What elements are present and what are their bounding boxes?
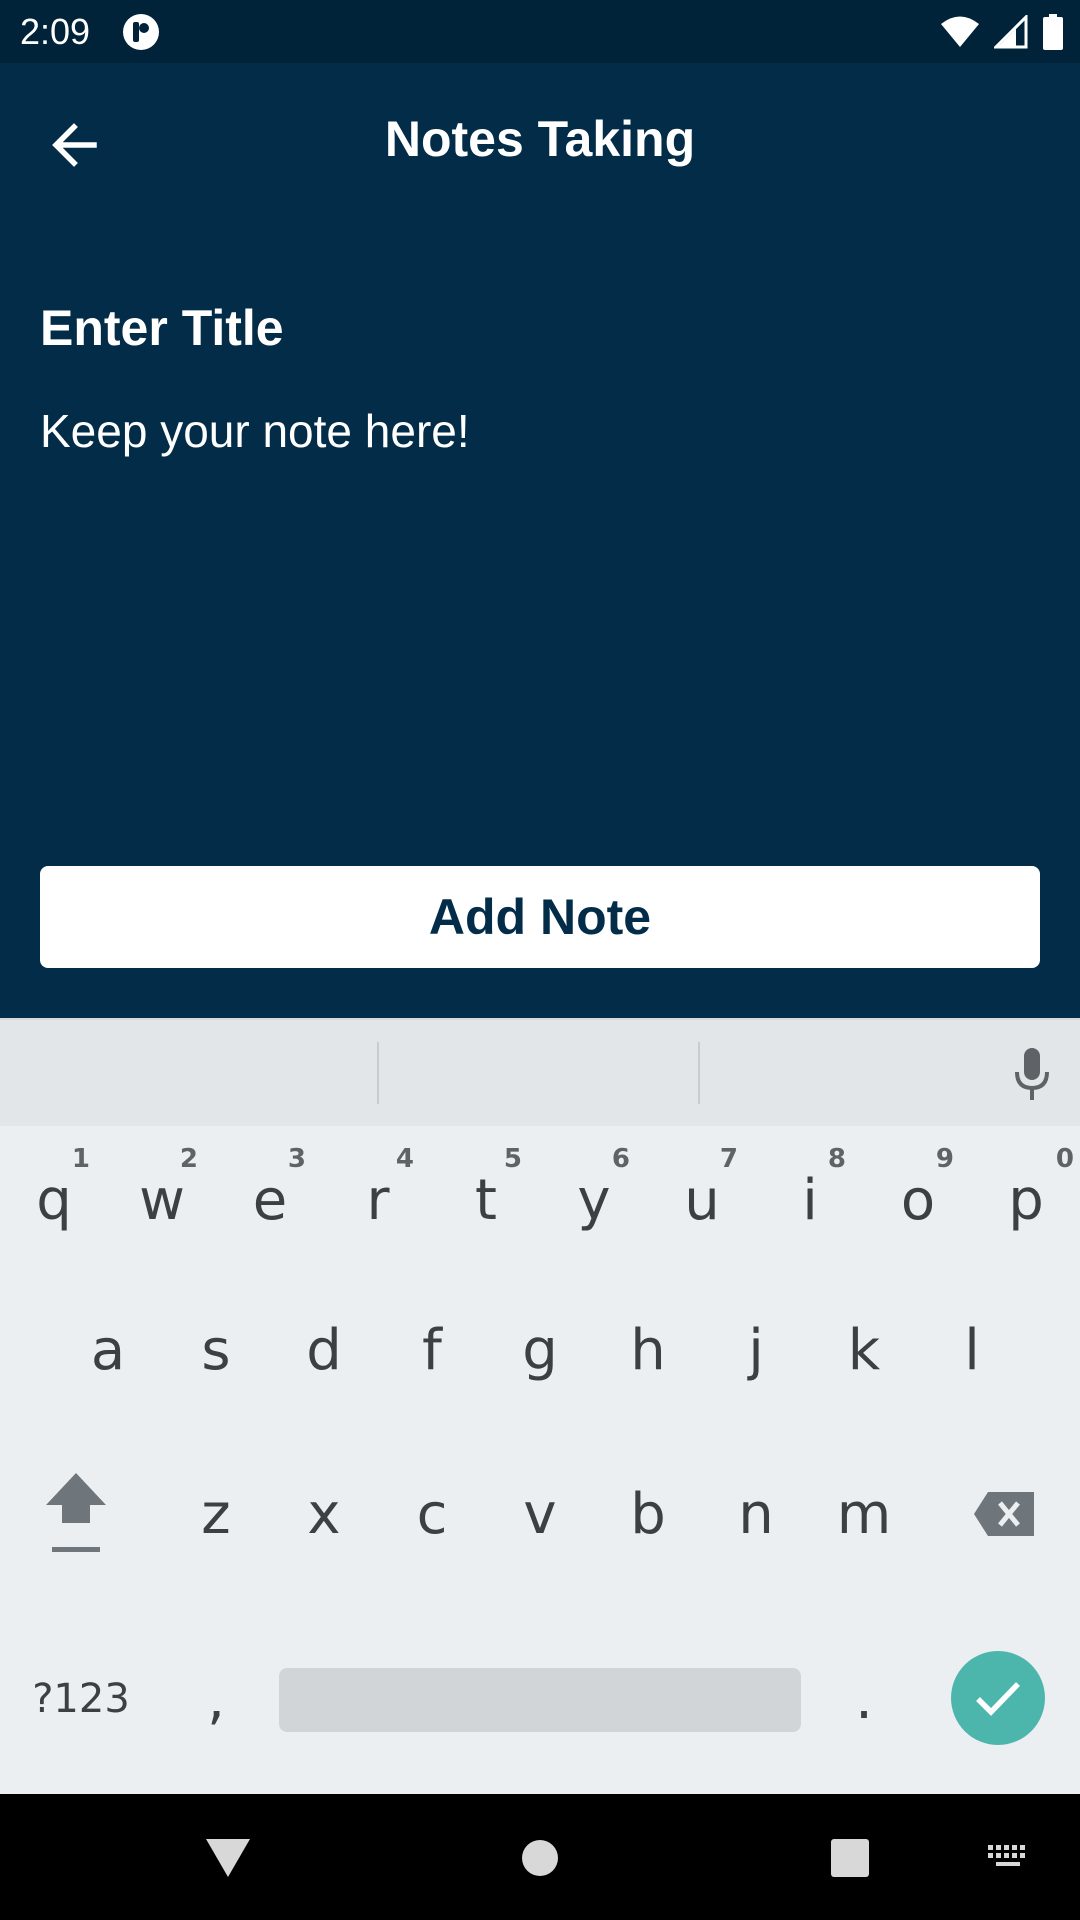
key-hint: 5: [503, 1144, 522, 1174]
enter-key[interactable]: [951, 1651, 1045, 1745]
note-input[interactable]: [40, 403, 1040, 823]
key-hint: 1: [71, 1144, 90, 1174]
key-label: u: [684, 1167, 720, 1233]
suggestion-divider: [698, 1042, 700, 1104]
backspace-key[interactable]: [942, 1444, 1066, 1584]
key-d[interactable]: d: [270, 1280, 378, 1420]
nav-home-button[interactable]: [504, 1822, 576, 1894]
key-x[interactable]: x: [270, 1444, 378, 1584]
key-g[interactable]: g: [486, 1280, 594, 1420]
key-q[interactable]: q1: [0, 1130, 108, 1270]
key-e[interactable]: e3: [216, 1130, 324, 1270]
wifi-icon: [941, 16, 979, 47]
key-hint: 6: [611, 1144, 630, 1174]
key-p[interactable]: p0: [972, 1130, 1080, 1270]
key-label: r: [366, 1167, 390, 1233]
key-n[interactable]: n: [702, 1444, 810, 1584]
key-r[interactable]: r4: [324, 1130, 432, 1270]
app-notification-icon: [123, 14, 159, 50]
key-k[interactable]: k: [810, 1280, 918, 1420]
key-label: w: [139, 1167, 185, 1233]
key-hint: 7: [719, 1144, 738, 1174]
key-h[interactable]: h: [594, 1280, 702, 1420]
shift-key[interactable]: [14, 1444, 138, 1584]
symbols-key[interactable]: ?123: [14, 1640, 148, 1758]
status-bar: 2:09: [0, 0, 1080, 63]
key-o[interactable]: o9: [864, 1130, 972, 1270]
add-note-button[interactable]: Add Note: [40, 866, 1040, 968]
comma-key[interactable]: ,: [162, 1640, 270, 1758]
key-label: i: [802, 1167, 818, 1233]
key-s[interactable]: s: [162, 1280, 270, 1420]
key-label: q: [36, 1167, 72, 1233]
square-recents-icon: [831, 1839, 869, 1877]
title-input[interactable]: [40, 283, 1040, 373]
microphone-icon: [1015, 1048, 1049, 1100]
key-b[interactable]: b: [594, 1444, 702, 1584]
key-l[interactable]: l: [918, 1280, 1026, 1420]
key-z[interactable]: z: [162, 1444, 270, 1584]
key-hint: 4: [395, 1144, 414, 1174]
key-hint: 8: [827, 1144, 846, 1174]
key-label: o: [900, 1167, 936, 1233]
key-v[interactable]: v: [486, 1444, 594, 1584]
triangle-back-icon: [206, 1839, 250, 1877]
toolbar: Notes Taking: [0, 63, 1080, 210]
soft-keyboard: q1 w2 e3 r4 t5 y6 u7 i8 o9 p0 a s d f g …: [0, 1018, 1080, 1794]
space-key[interactable]: [279, 1668, 801, 1732]
key-hint: 3: [287, 1144, 306, 1174]
checkmark-icon: [976, 1682, 1020, 1716]
nav-back-button[interactable]: [192, 1822, 264, 1894]
cell-signal-icon: [994, 15, 1028, 49]
note-editor-screen: Notes Taking Add Note: [0, 63, 1080, 1018]
key-label: t: [475, 1167, 497, 1233]
nav-recents-button[interactable]: [814, 1822, 886, 1894]
key-u[interactable]: u7: [648, 1130, 756, 1270]
navigation-bar: [0, 1794, 1080, 1920]
suggestion-strip: [0, 1018, 1080, 1126]
keyboard-icon: [988, 1845, 1025, 1866]
period-key[interactable]: .: [810, 1640, 918, 1758]
circle-home-icon: [522, 1840, 558, 1876]
key-hint: 2: [179, 1144, 198, 1174]
key-t[interactable]: t5: [432, 1130, 540, 1270]
key-label: p: [1008, 1167, 1044, 1233]
status-time: 2:09: [20, 11, 91, 52]
key-i[interactable]: i8: [756, 1130, 864, 1270]
key-j[interactable]: j: [702, 1280, 810, 1420]
backspace-icon: [974, 1492, 1034, 1536]
key-f[interactable]: f: [378, 1280, 486, 1420]
mic-button[interactable]: [1006, 1046, 1058, 1102]
key-hint: 9: [935, 1144, 954, 1174]
nav-keyboard-button[interactable]: [972, 1822, 1044, 1894]
key-hint: 0: [1055, 1144, 1074, 1174]
screen: 2:09 Notes Taking Enter Title Keep your …: [0, 0, 1080, 1920]
key-y[interactable]: y6: [540, 1130, 648, 1270]
key-label: e: [252, 1167, 288, 1233]
status-icons: [940, 12, 1064, 52]
key-m[interactable]: m: [810, 1444, 918, 1584]
key-a[interactable]: a: [54, 1280, 162, 1420]
suggestion-divider: [377, 1042, 379, 1104]
key-w[interactable]: w2: [108, 1130, 216, 1270]
key-c[interactable]: c: [378, 1444, 486, 1584]
shift-icon: [46, 1473, 106, 1552]
page-title: Notes Taking: [384, 111, 696, 167]
key-label: y: [577, 1167, 611, 1233]
battery-icon: [1043, 14, 1063, 50]
